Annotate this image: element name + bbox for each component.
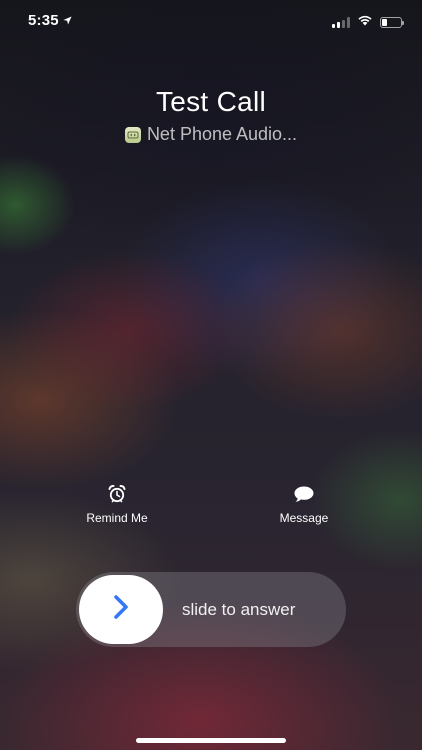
battery-icon (380, 16, 404, 28)
net-phone-app-icon (124, 126, 141, 143)
chevron-right-icon (111, 594, 131, 625)
caller-name: Test Call (155, 86, 267, 117)
caller-subtitle: Net Phone Audio... (146, 124, 298, 144)
slide-to-answer-slider[interactable]: slide to answer (76, 572, 346, 647)
caller-info: Test Call Net Phone Audio... (0, 86, 422, 145)
caller-subtitle-row: Net Phone Audio... (0, 124, 422, 145)
status-time-group: 5:35 (28, 12, 72, 29)
alarm-clock-icon (62, 484, 172, 504)
status-icons (332, 13, 404, 31)
message-label: Message (279, 511, 329, 525)
speech-bubble-icon (249, 484, 359, 504)
battery-fill (382, 18, 387, 26)
remind-me-label: Remind Me (86, 511, 148, 525)
home-indicator[interactable] (136, 738, 286, 743)
message-button[interactable]: Message (249, 484, 359, 525)
remind-me-button[interactable]: Remind Me (62, 484, 172, 525)
slider-knob[interactable] (79, 575, 163, 644)
status-bar: 5:35 (0, 0, 422, 44)
slide-to-answer-label: slide to answer (182, 599, 296, 619)
status-time: 5:35 (28, 12, 59, 29)
cellular-signal-icon (332, 16, 350, 28)
wifi-icon (357, 13, 373, 31)
location-arrow-icon (63, 16, 72, 25)
